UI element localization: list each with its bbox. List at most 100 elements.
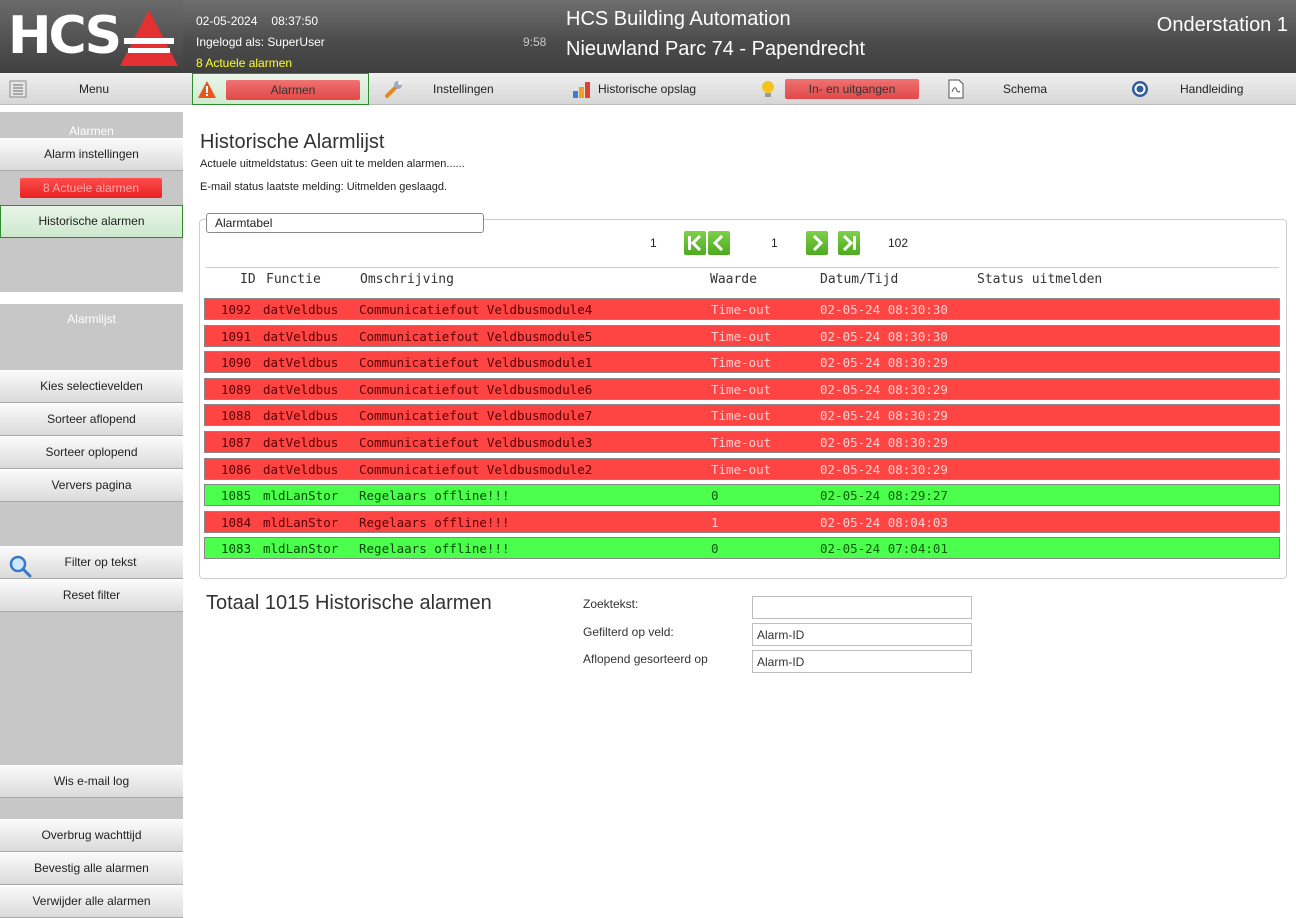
pager-last-number: 102	[888, 236, 909, 250]
cell-id: 1091	[221, 329, 252, 344]
alarm-table-header: ID Functie Omschrijving Waarde Datum/Tij…	[206, 272, 1279, 290]
cell-id: 1087	[221, 435, 252, 450]
pdf-document-icon	[948, 79, 964, 99]
table-row[interactable]: 1092 datVeldbus Communicatiefout Veldbusmo…	[204, 298, 1280, 320]
nav-schema[interactable]: Schema	[940, 73, 1120, 105]
overbrug-wachttijd-button[interactable]: Overbrug wachttijd	[0, 819, 183, 852]
pager: 1 1 102	[0, 230, 1296, 256]
cell-omschrijving: Communicatiefout Veldbusmodule1	[359, 355, 593, 370]
nav-in-uitgangen[interactable]: In- en uitgangen	[752, 73, 932, 105]
header-clock: 08:37:50	[271, 14, 319, 28]
cell-id: 1089	[221, 382, 252, 397]
nav-menu[interactable]: Menu	[0, 73, 183, 105]
sorteer-aflopend-button[interactable]: Sorteer aflopend	[0, 403, 183, 436]
gefilterd-op-veld-label: Gefilterd op veld:	[583, 625, 674, 639]
actuele-alarmen-button[interactable]: 8 Actuele alarmen	[20, 178, 162, 198]
nav-alarmen[interactable]: Alarmen	[192, 73, 369, 105]
cell-omschrijving: Regelaars offline!!!	[359, 488, 510, 503]
cell-functie: datVeldbus	[263, 408, 339, 423]
first-page-button[interactable]	[684, 231, 706, 255]
email-status: E-mail status laatste melding: Uitmelden…	[200, 181, 448, 193]
table-row[interactable]: 1083 mldLanStor Regelaars offline!!! 0 02-05…	[204, 537, 1280, 559]
gefilterd-op-veld-field[interactable]	[752, 623, 972, 646]
table-row[interactable]: 1087 datVeldbus Communicatiefout Veldbusmo…	[204, 431, 1280, 453]
logged-in-user: Ingelogd als: SuperUser	[196, 35, 325, 49]
cell-omschrijving: Communicatiefout Veldbusmodule5	[359, 329, 593, 344]
search-icon	[9, 555, 32, 578]
filter-op-tekst-button[interactable]: Filter op tekst	[0, 546, 183, 579]
session-timer: 9:58	[523, 35, 547, 49]
zoektekst-input[interactable]	[752, 596, 972, 619]
cell-datum-tijd: 02-05-24 08:30:29	[820, 382, 948, 397]
nav-handleiding[interactable]: Handleiding	[1124, 73, 1296, 105]
cell-id: 1092	[221, 302, 252, 317]
cell-omschrijving: Communicatiefout Veldbusmodule6	[359, 382, 593, 397]
cell-functie: datVeldbus	[263, 329, 339, 344]
previous-page-button[interactable]	[708, 231, 730, 255]
table-row[interactable]: 1090 datVeldbus Communicatiefout Veldbusmo…	[204, 351, 1280, 373]
ververs-pagina-button[interactable]: Ververs pagina	[0, 469, 183, 502]
next-page-button[interactable]	[806, 231, 828, 255]
wis-email-log-button[interactable]: Wis e-mail log	[0, 765, 183, 798]
cell-omschrijving: Regelaars offline!!!	[359, 541, 510, 556]
nav-alarmen-label: Alarmen	[226, 80, 360, 100]
cell-functie: mldLanStor	[263, 541, 339, 556]
cell-datum-tijd: 02-05-24 08:30:29	[820, 355, 948, 370]
last-page-button[interactable]	[838, 231, 860, 255]
cell-waarde: Time-out	[711, 435, 772, 450]
bevestig-alle-alarmen-button[interactable]: Bevestig alle alarmen	[0, 852, 183, 885]
lightbulb-icon	[762, 81, 774, 97]
nav-instellingen-label: Instellingen	[433, 82, 494, 96]
nav-handleiding-label: Handleiding	[1180, 82, 1244, 96]
cell-id: 1083	[221, 541, 252, 556]
nav-historische-opslag[interactable]: Historische opslag	[566, 73, 746, 105]
table-row[interactable]: 1085 mldLanStor Regelaars offline!!! 0 02-05…	[204, 484, 1280, 506]
table-row[interactable]: 1088 datVeldbus Communicatiefout Veldbusmo…	[204, 404, 1280, 426]
column-waarde[interactable]: Waarde	[710, 272, 757, 287]
cell-functie: mldLanStor	[263, 515, 339, 530]
column-functie[interactable]: Functie	[266, 272, 321, 287]
column-status-uitmelden[interactable]: Status uitmelden	[977, 272, 1102, 287]
filter-op-tekst-label: Filter op tekst	[64, 555, 137, 569]
header-active-alarms-link[interactable]: 8 Actuele alarmen	[196, 56, 292, 70]
nav-menu-label: Menu	[79, 82, 110, 96]
cell-omschrijving: Communicatiefout Veldbusmodule7	[359, 408, 593, 423]
cell-id: 1086	[221, 462, 252, 477]
table-header-divider	[206, 267, 1279, 268]
cell-id: 1088	[221, 408, 252, 423]
cell-waarde: Time-out	[711, 302, 772, 317]
alarm-instellingen-button[interactable]: Alarm instellingen	[0, 138, 183, 171]
table-row[interactable]: 1091 datVeldbus Communicatiefout Veldbusmo…	[204, 325, 1280, 347]
cell-waarde: 1	[711, 515, 719, 530]
table-row[interactable]: 1084 mldLanStor Regelaars offline!!! 1 02-05…	[204, 511, 1280, 533]
cell-functie: datVeldbus	[263, 355, 339, 370]
column-id[interactable]: ID	[240, 272, 256, 287]
menu-list-icon	[9, 80, 27, 98]
help-globe-icon	[1132, 81, 1148, 97]
column-datum-tijd[interactable]: Datum/Tijd	[820, 272, 898, 287]
sorteer-oplopend-button[interactable]: Sorteer oplopend	[0, 436, 183, 469]
sidebar-section-alarmen: Alarmen	[69, 124, 114, 138]
pager-current-page: 1	[771, 236, 778, 250]
column-omschrijving[interactable]: Omschrijving	[360, 272, 454, 287]
cell-waarde: Time-out	[711, 329, 772, 344]
logo-triangle-icon	[120, 10, 178, 66]
aflopend-gesorteerd-field[interactable]	[752, 650, 972, 673]
nav-in-uitgangen-label: In- en uitgangen	[785, 79, 919, 99]
kies-selectievelden-button[interactable]: Kies selectievelden	[0, 370, 183, 403]
cell-waarde: Time-out	[711, 382, 772, 397]
cell-id: 1090	[221, 355, 252, 370]
cell-functie: mldLanStor	[263, 488, 339, 503]
table-row[interactable]: 1086 datVeldbus Communicatiefout Veldbusmo…	[204, 458, 1280, 480]
reset-filter-button[interactable]: Reset filter	[0, 579, 183, 612]
table-row[interactable]: 1089 datVeldbus Communicatiefout Veldbusmo…	[204, 378, 1280, 400]
bar-chart-icon	[573, 82, 590, 98]
nav-instellingen[interactable]: Instellingen	[378, 73, 558, 105]
page-title: Historische Alarmlijst	[200, 131, 385, 153]
cell-datum-tijd: 02-05-24 08:30:30	[820, 329, 948, 344]
station-name: Onderstation 1	[1156, 14, 1288, 36]
cell-waarde: Time-out	[711, 408, 772, 423]
cell-omschrijving: Communicatiefout Veldbusmodule4	[359, 302, 593, 317]
cell-waarde: 0	[711, 488, 719, 503]
verwijder-alle-alarmen-button[interactable]: Verwijder alle alarmen	[0, 885, 183, 918]
